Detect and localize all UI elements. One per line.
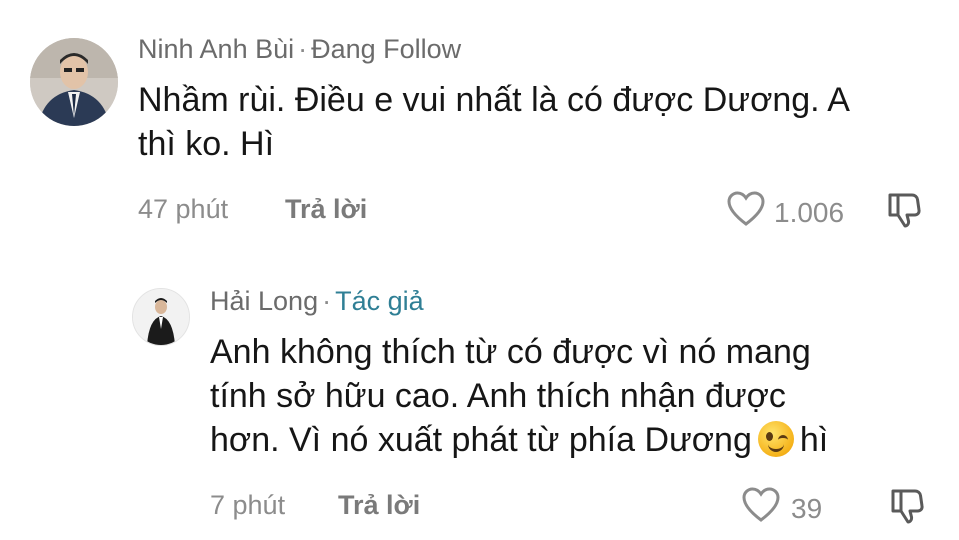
heart-icon[interactable] [741,486,781,531]
comment-line: tính sở hữu cao. Anh thích nhận được [210,377,786,415]
like-group: 39 [741,486,822,531]
comment-line: hơn. Vì nó xuất phát từ phía Dương [210,421,752,459]
commenter-name[interactable]: Hải Long [210,286,318,316]
dislike-icon[interactable] [887,486,927,531]
comment-line-end: hì [799,421,829,459]
avatar[interactable] [132,288,190,346]
avatar[interactable] [30,38,118,126]
reply-button[interactable]: Trả lời [338,490,420,521]
comment-hai-long: Hải Long · Tác giả Anh không thích từ có đ… [0,270,959,540]
separator-dot: · [298,34,308,64]
like-count: 1.006 [774,196,845,228]
like-count: 39 [791,492,823,524]
comment-line: Anh không thích từ có được vì nó mang [210,333,811,371]
comment-text: Nhầm rùi. Điều e vui nhất là có được Dươ… [138,78,850,166]
like-group: 1.006 [726,190,844,235]
comment-text: Anh không thích từ có được vì nó mang tí… [210,330,828,462]
timestamp: 47 phút [138,194,229,224]
reply-button[interactable]: Trả lời [285,194,367,225]
heart-icon[interactable] [726,190,766,235]
author-tag: Tác giả [335,286,424,316]
separator-dot: · [322,286,332,316]
follow-status[interactable]: Đang Follow [311,34,461,64]
avatar-photo [133,289,189,345]
comment-line-with-emoji: hơn. Vì nó xuất phát từ phía Dương hì [210,418,828,462]
comment-line: Nhầm rùi. Điều e vui nhất là có được Dươ… [138,81,850,119]
commenter-name[interactable]: Ninh Anh Bùi [138,34,294,64]
dislike-icon[interactable] [884,190,924,235]
comment-header: Ninh Anh Bùi · Đang Follow [138,34,461,65]
comment-line: thì ko. Hì [138,125,275,163]
comment-ninh-anh-bui: Ninh Anh Bùi · Đang Follow Nhầm rùi. Điều … [0,0,959,260]
timestamp: 7 phút [210,490,286,520]
winking-emoji [757,421,794,457]
comment-header: Hải Long · Tác giả [210,286,424,317]
avatar-photo [30,38,118,126]
